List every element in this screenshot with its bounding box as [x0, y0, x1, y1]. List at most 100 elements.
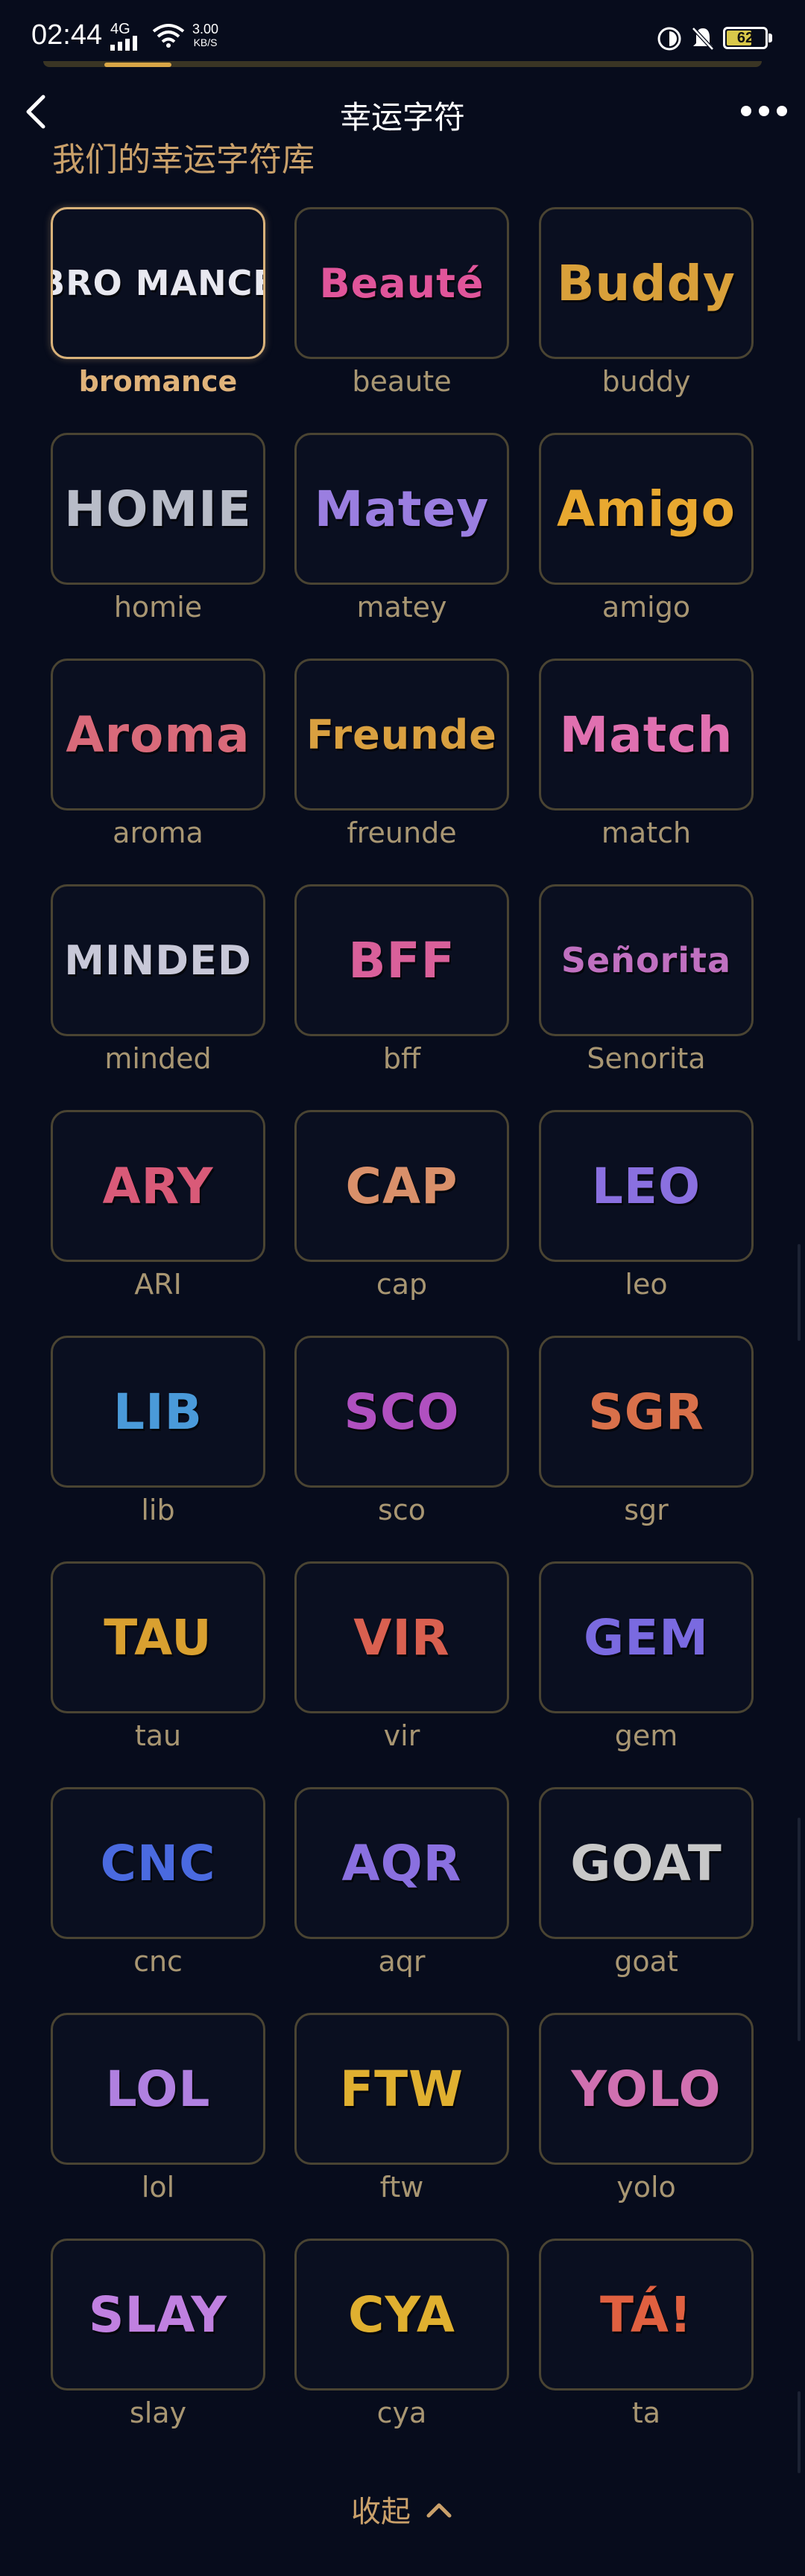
character-card[interactable]: MINDED: [51, 884, 265, 1036]
character-item-bromance[interactable]: BRO MANCE bromance: [51, 207, 265, 431]
character-card[interactable]: CYA: [294, 2239, 509, 2391]
character-label: buddy: [602, 365, 691, 398]
character-card[interactable]: SCO: [294, 1336, 509, 1488]
character-item-goat[interactable]: GOAT goat: [539, 1787, 754, 2011]
character-card[interactable]: Amigo: [539, 433, 754, 585]
character-logo: GOAT: [570, 1834, 722, 1892]
character-logo: Beauté: [319, 259, 484, 307]
battery-icon: 62: [723, 27, 768, 49]
character-label: bff: [382, 1042, 421, 1075]
character-card[interactable]: LEO: [539, 1110, 754, 1262]
character-card[interactable]: ARY: [51, 1110, 265, 1262]
character-logo: TÁ!: [599, 2285, 693, 2344]
character-item-lib[interactable]: LIB lib: [51, 1336, 265, 1560]
character-card[interactable]: CAP: [294, 1110, 509, 1262]
character-item-aqr[interactable]: AQR aqr: [294, 1787, 509, 2011]
character-label: match: [601, 816, 692, 849]
more-dots-icon: [741, 106, 751, 116]
character-item-minded[interactable]: MINDED minded: [51, 884, 265, 1108]
character-item-ta[interactable]: TÁ! ta: [539, 2239, 754, 2463]
character-item-leo[interactable]: LEO leo: [539, 1110, 754, 1334]
character-card[interactable]: TÁ!: [539, 2239, 754, 2391]
character-item-cap[interactable]: CAP cap: [294, 1110, 509, 1334]
character-item-senorita[interactable]: Señorita Senorita: [539, 884, 754, 1108]
character-logo: BFF: [348, 931, 455, 989]
scrollbar[interactable]: [798, 1244, 801, 1341]
status-time: 02:44: [31, 19, 103, 51]
character-item-aroma[interactable]: Aroma aroma: [51, 659, 265, 883]
character-item-beaute[interactable]: Beauté beaute: [294, 207, 509, 431]
character-label: sco: [378, 1494, 426, 1526]
character-label: minded: [104, 1042, 212, 1075]
character-item-ftw[interactable]: FTW ftw: [294, 2013, 509, 2237]
character-label: goat: [614, 1945, 678, 1978]
character-card[interactable]: YOLO: [539, 2013, 754, 2165]
character-item-ari[interactable]: ARY ARI: [51, 1110, 265, 1334]
character-logo: Freunde: [306, 711, 497, 758]
character-label: sgr: [624, 1494, 669, 1526]
character-logo: Señorita: [561, 940, 732, 980]
character-card[interactable]: BRO MANCE: [51, 207, 265, 359]
character-item-buddy[interactable]: Buddy buddy: [539, 207, 754, 431]
character-card[interactable]: BFF: [294, 884, 509, 1036]
character-logo: SCO: [344, 1383, 460, 1441]
character-card[interactable]: HOMIE: [51, 433, 265, 585]
character-card[interactable]: LOL: [51, 2013, 265, 2165]
character-item-amigo[interactable]: Amigo amigo: [539, 433, 754, 657]
character-item-match[interactable]: Match match: [539, 659, 754, 883]
character-item-sgr[interactable]: SGR sgr: [539, 1336, 754, 1560]
signal-icon: [110, 36, 137, 51]
character-card[interactable]: SLAY: [51, 2239, 265, 2391]
character-label: amigo: [602, 591, 691, 624]
character-card[interactable]: CNC: [51, 1787, 265, 1939]
character-item-tau[interactable]: TAU tau: [51, 1561, 265, 1786]
character-item-vir[interactable]: VIR vir: [294, 1561, 509, 1786]
character-logo: FTW: [340, 2060, 464, 2118]
character-logo: CYA: [348, 2285, 455, 2344]
character-item-sco[interactable]: SCO sco: [294, 1336, 509, 1560]
character-label: Senorita: [587, 1042, 706, 1075]
character-label: gem: [614, 1719, 678, 1752]
character-logo: Match: [559, 705, 733, 764]
character-label: freunde: [347, 816, 457, 849]
character-logo: LOL: [105, 2060, 211, 2118]
character-logo: Amigo: [556, 480, 736, 538]
character-item-gem[interactable]: GEM gem: [539, 1561, 754, 1786]
character-card[interactable]: LIB: [51, 1336, 265, 1488]
character-label: homie: [113, 591, 203, 624]
character-logo: Buddy: [557, 254, 736, 312]
character-card[interactable]: Buddy: [539, 207, 754, 359]
character-label: ftw: [379, 2171, 424, 2204]
character-card[interactable]: SGR: [539, 1336, 754, 1488]
character-logo: VIR: [353, 1608, 450, 1666]
character-logo: MINDED: [64, 936, 252, 984]
section-title: 我们的幸运字符库: [52, 141, 315, 179]
character-item-lol[interactable]: LOL lol: [51, 2013, 265, 2237]
character-item-freunde[interactable]: Freunde freunde: [294, 659, 509, 883]
character-card[interactable]: GEM: [539, 1561, 754, 1713]
character-item-homie[interactable]: HOMIE homie: [51, 433, 265, 657]
more-button[interactable]: [738, 92, 790, 130]
character-card[interactable]: Beauté: [294, 207, 509, 359]
character-card[interactable]: FTW: [294, 2013, 509, 2165]
character-card[interactable]: TAU: [51, 1561, 265, 1713]
character-item-matey[interactable]: Matey matey: [294, 433, 509, 657]
collapse-button[interactable]: 收起: [0, 2487, 805, 2531]
character-label: tau: [134, 1719, 182, 1752]
character-card[interactable]: VIR: [294, 1561, 509, 1713]
character-item-cya[interactable]: CYA cya: [294, 2239, 509, 2463]
character-logo: LEO: [591, 1157, 701, 1215]
character-item-cnc[interactable]: CNC cnc: [51, 1787, 265, 2011]
character-card[interactable]: Freunde: [294, 659, 509, 810]
character-card[interactable]: Señorita: [539, 884, 754, 1036]
character-card[interactable]: Matey: [294, 433, 509, 585]
character-item-bff[interactable]: BFF bff: [294, 884, 509, 1108]
character-logo: CNC: [100, 1834, 216, 1892]
character-card[interactable]: Match: [539, 659, 754, 810]
character-item-yolo[interactable]: YOLO yolo: [539, 2013, 754, 2237]
character-item-slay[interactable]: SLAY slay: [51, 2239, 265, 2463]
character-card[interactable]: GOAT: [539, 1787, 754, 1939]
character-card[interactable]: AQR: [294, 1787, 509, 1939]
character-label: aqr: [378, 1945, 426, 1978]
character-card[interactable]: Aroma: [51, 659, 265, 810]
